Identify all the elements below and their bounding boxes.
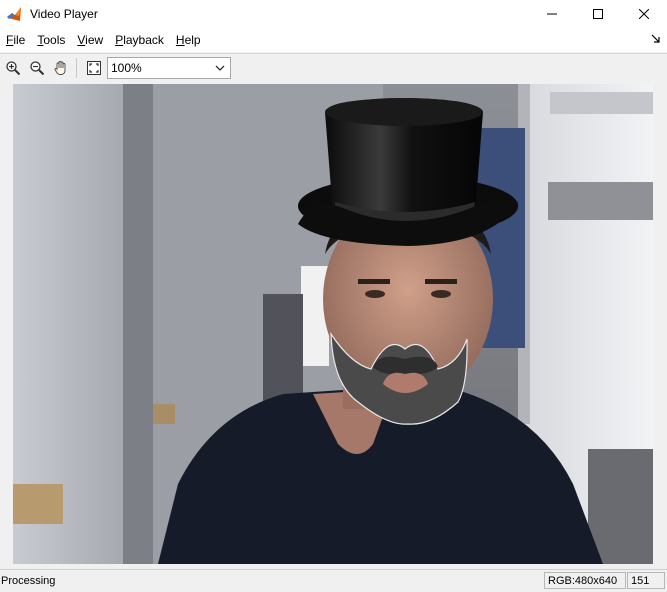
- zoom-in-button[interactable]: [2, 57, 24, 79]
- pan-hand-icon: [54, 61, 66, 75]
- frame-number: 151: [627, 572, 665, 589]
- minimize-icon: [547, 13, 557, 15]
- image-info: RGB:480x640: [544, 572, 626, 589]
- menu-playback[interactable]: Playback: [109, 29, 170, 51]
- video-viewport[interactable]: [0, 82, 667, 568]
- zoom-level-select[interactable]: 100%: [107, 57, 231, 79]
- menu-bar: File Tools View Playback Help: [0, 28, 667, 52]
- menu-view[interactable]: View: [71, 29, 109, 51]
- maximize-button[interactable]: [575, 0, 621, 28]
- status-bar: Processing RGB:480x640 151: [0, 569, 667, 592]
- close-icon: [639, 9, 649, 19]
- minimize-button[interactable]: [529, 0, 575, 28]
- status-text: Processing: [1, 575, 56, 587]
- zoom-level-value: 100%: [111, 61, 142, 75]
- fit-to-window-icon: [87, 61, 101, 75]
- zoom-out-icon: [30, 61, 45, 76]
- title-bar: Video Player: [0, 0, 667, 28]
- toolbar-separator: [76, 58, 77, 78]
- zoom-in-icon: [6, 61, 21, 76]
- dock-arrow-icon[interactable]: [651, 34, 661, 44]
- close-button[interactable]: [621, 0, 667, 28]
- chevron-down-icon: [215, 65, 225, 71]
- menu-tools[interactable]: Tools: [31, 29, 71, 51]
- pan-button[interactable]: [50, 57, 72, 79]
- window-controls: [529, 0, 667, 28]
- window-title: Video Player: [30, 7, 98, 21]
- matlab-icon: [7, 7, 21, 21]
- zoom-out-button[interactable]: [26, 57, 48, 79]
- menu-file[interactable]: File: [0, 29, 31, 51]
- video-image: [13, 84, 653, 564]
- fit-to-window-button[interactable]: [83, 57, 105, 79]
- video-frame: [13, 84, 653, 564]
- menu-help[interactable]: Help: [170, 29, 207, 51]
- toolbar: 100%: [0, 53, 667, 83]
- maximize-icon: [593, 9, 603, 19]
